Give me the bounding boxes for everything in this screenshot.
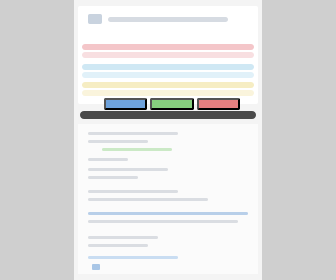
content-area [78, 124, 258, 274]
text-line [88, 198, 208, 201]
dark-toolbar [80, 111, 256, 119]
red-stripe-light [82, 52, 254, 58]
blue-square-icon [92, 264, 100, 270]
top-card [78, 6, 258, 110]
text-line [88, 190, 178, 193]
link-line[interactable] [88, 212, 248, 215]
text-line [88, 132, 178, 135]
blue-stripe [82, 64, 254, 70]
card-header [88, 12, 248, 26]
yellow-stripe-light [82, 90, 254, 96]
green-button[interactable] [150, 98, 194, 110]
text-line [88, 168, 168, 171]
blue-stripe-light [82, 72, 254, 78]
logo-icon [88, 14, 102, 24]
text-line [88, 176, 138, 179]
text-line [88, 158, 128, 161]
action-buttons [104, 98, 240, 110]
red-button[interactable] [196, 98, 240, 110]
text-line [88, 236, 158, 239]
text-line [88, 140, 148, 143]
red-stripe [82, 44, 254, 50]
text-line-green [102, 148, 172, 151]
yellow-stripe [82, 82, 254, 88]
text-line [88, 244, 148, 247]
header-text-placeholder [108, 16, 228, 22]
blue-button[interactable] [104, 98, 148, 110]
text-line [88, 220, 238, 223]
text-line-blue [88, 256, 178, 259]
